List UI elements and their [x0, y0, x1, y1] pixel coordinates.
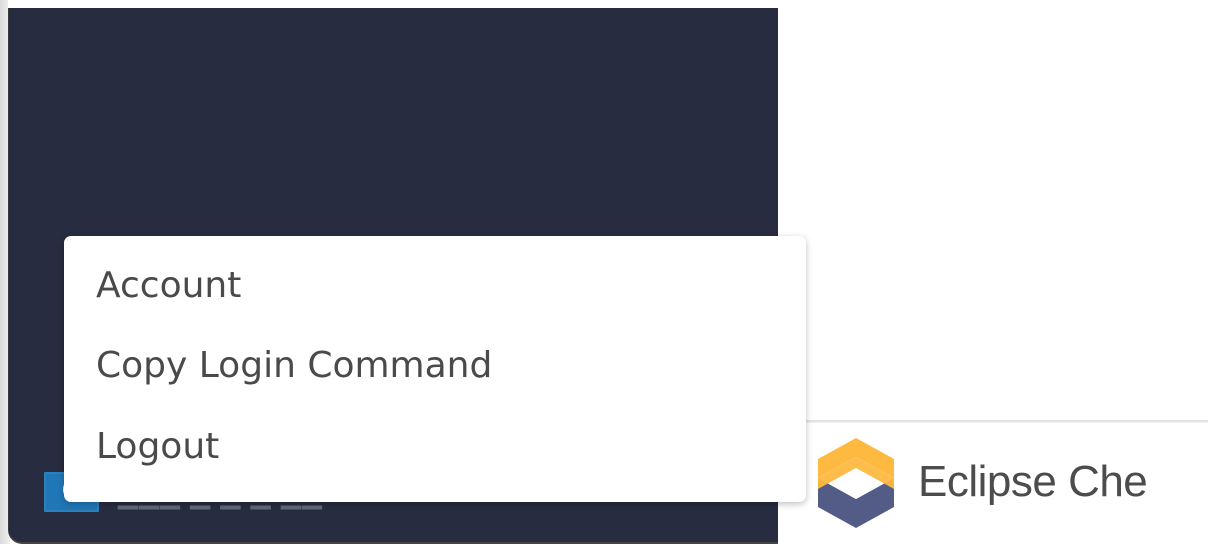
brand-name: Eclipse Che	[918, 457, 1148, 506]
eclipse-che-footer: Eclipse Che	[778, 420, 1208, 546]
menu-item-account[interactable]: Account	[96, 257, 241, 315]
eclipse-che-logo-icon	[818, 438, 894, 528]
user-menu-popup: Account Copy Login Command Logout	[64, 236, 806, 502]
menu-item-logout[interactable]: Logout	[96, 418, 219, 476]
sidebar-top-strip	[8, 0, 778, 8]
menu-item-copy-login-command[interactable]: Copy Login Command	[96, 337, 492, 395]
screen: C ▁▁▁ ▁ ▁ ▁ ▁▁ Eclipse Che Account Copy …	[0, 0, 1208, 546]
